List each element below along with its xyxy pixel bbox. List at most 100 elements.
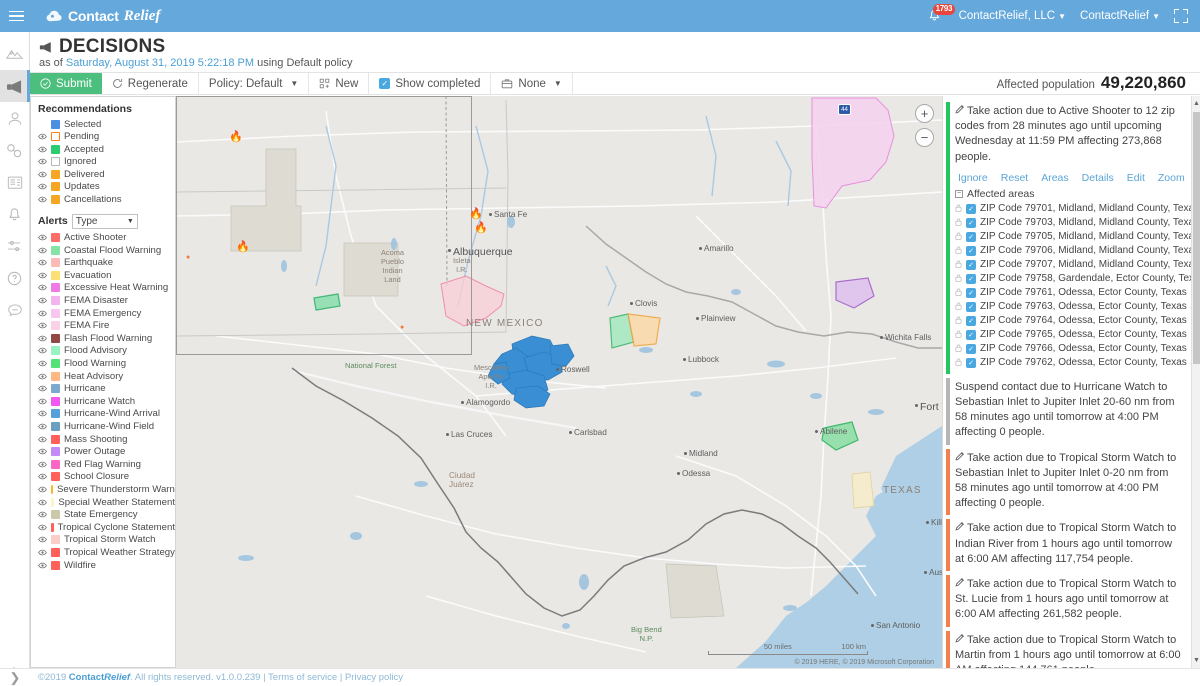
area-checkbox[interactable]: ✓ — [966, 301, 976, 312]
new-button[interactable]: New — [309, 73, 370, 94]
eye-icon[interactable] — [38, 233, 47, 242]
sidebar-item-decisions[interactable] — [0, 70, 30, 102]
legend-alert-row[interactable]: Hurricane-Wind Field — [38, 420, 175, 432]
legend-recommendation-row[interactable]: Selected — [38, 118, 175, 130]
area-checkbox[interactable]: ✓ — [966, 245, 976, 256]
area-checkbox[interactable]: ✓ — [966, 231, 976, 242]
regenerate-button[interactable]: Regenerate — [102, 73, 199, 94]
affected-area-row[interactable]: ✓ ZIP Code 79706, Midland, Midland County… — [955, 244, 1191, 258]
eye-icon[interactable] — [38, 372, 47, 381]
legend-recommendation-row[interactable]: Cancellations — [38, 194, 175, 206]
sidebar-item-contacts[interactable] — [0, 102, 29, 134]
lock-icon[interactable] — [955, 246, 962, 256]
decision-card[interactable]: Take action due to Tropical Storm Watch … — [943, 629, 1191, 668]
area-checkbox[interactable]: ✓ — [966, 203, 976, 214]
legend-alert-row[interactable]: Mass Shooting — [38, 433, 175, 445]
legend-recommendation-row[interactable]: Accepted — [38, 143, 175, 155]
eye-icon[interactable] — [38, 246, 47, 255]
eye-icon[interactable] — [38, 359, 47, 368]
legend-alert-row[interactable]: FEMA Disaster — [38, 295, 175, 307]
legend-recommendation-row[interactable]: Delivered — [38, 168, 175, 180]
area-checkbox[interactable]: ✓ — [966, 315, 976, 326]
affected-area-row[interactable]: ✓ ZIP Code 79764, Odessa, Ector County, T… — [955, 314, 1187, 328]
area-checkbox[interactable]: ✓ — [966, 357, 976, 368]
area-checkbox[interactable]: ✓ — [966, 287, 976, 298]
legend-alert-row[interactable]: Flood Warning — [38, 358, 175, 370]
affected-area-row[interactable]: ✓ ZIP Code 79766, Odessa, Ector County, T… — [955, 342, 1187, 356]
legend-alert-row[interactable]: Heat Advisory — [38, 370, 175, 382]
lock-icon[interactable] — [955, 204, 962, 214]
eye-icon[interactable] — [38, 422, 47, 431]
eye-icon[interactable] — [38, 170, 47, 179]
bulk-action-dropdown[interactable]: None ▼ — [491, 73, 573, 94]
sidebar-item-settings[interactable] — [0, 230, 29, 262]
eye-icon[interactable] — [38, 157, 47, 166]
sidebar-item-chat[interactable] — [0, 294, 29, 326]
eye-icon[interactable] — [38, 271, 47, 280]
pencil-icon[interactable] — [955, 104, 965, 117]
zoom-out-button[interactable]: − — [915, 128, 934, 147]
notifications-bell-icon[interactable]: 1793 — [927, 4, 956, 26]
fire-icon[interactable]: 🔥 — [474, 223, 488, 234]
eye-icon[interactable] — [38, 132, 47, 141]
eye-icon[interactable] — [38, 535, 47, 544]
decision-action-areas[interactable]: Areas — [1041, 172, 1068, 184]
sidebar-item-reports[interactable] — [0, 166, 29, 198]
eye-icon[interactable] — [38, 258, 47, 267]
legend-alert-row[interactable]: Earthquake — [38, 257, 175, 269]
decision-action-edit[interactable]: Edit — [1127, 172, 1145, 184]
pencil-icon[interactable] — [955, 522, 965, 534]
eye-icon[interactable] — [38, 384, 47, 393]
fire-icon[interactable]: 🔥 — [229, 132, 243, 143]
legend-alert-row[interactable]: Hurricane-Wind Arrival — [38, 408, 175, 420]
eye-icon[interactable] — [38, 447, 47, 456]
eye-icon[interactable] — [38, 195, 47, 204]
eye-icon[interactable] — [38, 498, 47, 507]
legend-alert-row[interactable]: State Emergency — [38, 509, 175, 521]
legend-alert-row[interactable]: Flood Advisory — [38, 345, 175, 357]
eye-icon[interactable] — [38, 309, 47, 318]
lock-icon[interactable] — [955, 232, 962, 242]
eye-icon[interactable] — [38, 472, 47, 481]
eye-icon[interactable] — [38, 397, 47, 406]
eye-icon[interactable] — [38, 548, 47, 557]
lock-icon[interactable] — [955, 302, 962, 312]
eye-icon[interactable] — [38, 485, 47, 494]
lock-icon[interactable] — [955, 316, 962, 326]
legend-alert-row[interactable]: Coastal Flood Warning — [38, 244, 175, 256]
fire-icon[interactable]: 🔥 — [236, 242, 250, 253]
eye-icon[interactable] — [38, 510, 47, 519]
subtitle-date[interactable]: Saturday, August 31, 2019 5:22:18 PM — [66, 57, 254, 69]
fullscreen-icon[interactable] — [1174, 9, 1188, 23]
submit-button[interactable]: Submit — [30, 73, 102, 94]
privacy-policy-link[interactable]: Privacy policy — [345, 672, 403, 683]
affected-area-row[interactable]: ✓ ZIP Code 79707, Midland, Midland County… — [955, 258, 1191, 272]
legend-alert-row[interactable]: FEMA Emergency — [38, 307, 175, 319]
user-menu[interactable]: ContactRelief ▼ — [1080, 10, 1160, 22]
legend-alert-row[interactable]: Hurricane — [38, 383, 175, 395]
eye-icon[interactable] — [38, 561, 47, 570]
eye-icon[interactable] — [38, 283, 47, 292]
lock-icon[interactable] — [955, 358, 962, 368]
sidebar-item-alerts[interactable] — [0, 198, 29, 230]
area-checkbox[interactable]: ✓ — [966, 273, 976, 284]
affected-area-row[interactable]: ✓ ZIP Code 79705, Midland, Midland County… — [955, 230, 1191, 244]
decision-card[interactable]: Take action due to Tropical Storm Watch … — [943, 573, 1191, 629]
app-logo[interactable]: Contact Relief — [46, 8, 160, 25]
fire-icon[interactable]: ● — [400, 324, 404, 331]
legend-alert-row[interactable]: Tropical Storm Watch — [38, 534, 175, 546]
legend-alert-row[interactable]: Active Shooter — [38, 232, 175, 244]
lock-icon[interactable] — [955, 274, 962, 284]
show-completed-checkbox[interactable]: ✓ Show completed — [369, 73, 492, 94]
eye-icon[interactable] — [38, 334, 47, 343]
affected-area-row[interactable]: ✓ ZIP Code 79762, Odessa, Ector County, T… — [955, 356, 1187, 370]
decision-action-details[interactable]: Details — [1082, 172, 1114, 184]
legend-alert-row[interactable]: Power Outage — [38, 446, 175, 458]
fire-icon[interactable]: 🔥 — [469, 209, 483, 220]
legend-alert-row[interactable]: Tropical Weather Strategy — [38, 546, 175, 558]
decision-card[interactable]: Suspend contact due to Hurricane Watch t… — [943, 376, 1191, 447]
sidebar-item-map[interactable] — [0, 38, 29, 70]
eye-icon[interactable] — [38, 145, 47, 154]
sidebar-item-help[interactable] — [0, 262, 29, 294]
affected-area-row[interactable]: ✓ ZIP Code 79761, Odessa, Ector County, T… — [955, 286, 1187, 300]
